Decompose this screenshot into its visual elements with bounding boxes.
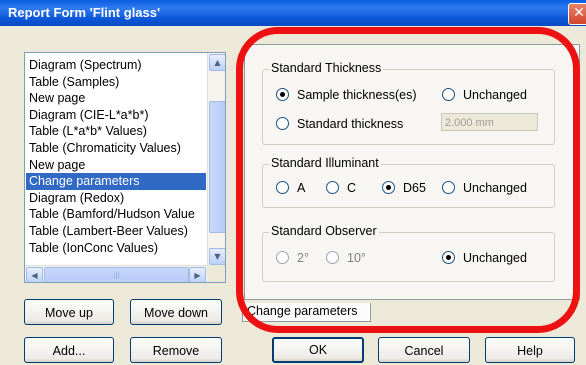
cancel-button[interactable]: Cancel xyxy=(378,337,470,363)
scroll-right-icon[interactable]: ▶ xyxy=(189,267,206,282)
title-bar[interactable]: Report Form 'Flint glass' ✕ xyxy=(0,0,586,26)
radio-sample-thickness[interactable]: Sample thickness(es) xyxy=(276,88,417,102)
radio-illuminant-a-label: A xyxy=(297,181,306,195)
standard-thickness-input[interactable]: 2.000 mm xyxy=(441,113,538,131)
radio-checked-icon xyxy=(276,88,289,101)
radio-illuminant-c[interactable]: C xyxy=(326,181,356,195)
radio-illuminant-unchanged-label: Unchanged xyxy=(463,181,527,195)
list-item[interactable]: Table (Bamford/Hudson Value xyxy=(26,206,206,223)
window-title: Report Form 'Flint glass' xyxy=(8,5,161,20)
scroll-corner xyxy=(207,265,225,282)
radio-observer-10deg-label: 10° xyxy=(347,251,366,265)
radio-observer-unchanged-label: Unchanged xyxy=(463,251,527,265)
tab-change-parameters[interactable]: Change parameters xyxy=(242,303,371,322)
radio-observer-10deg[interactable]: 10° xyxy=(326,251,366,265)
list-item[interactable]: Table (L*a*b* Values) xyxy=(26,123,206,140)
ok-button[interactable]: OK xyxy=(272,337,364,363)
radio-unchecked-icon xyxy=(326,181,339,194)
list-item[interactable]: Diagram (Spectrum) xyxy=(26,57,206,74)
add-button[interactable]: Add... xyxy=(24,337,114,363)
radio-standard-thickness[interactable]: Standard thickness xyxy=(276,117,403,131)
list-item[interactable]: Table (Samples) xyxy=(26,74,206,91)
list-item[interactable]: Diagram (Redox) xyxy=(26,190,206,207)
vertical-scroll-thumb[interactable] xyxy=(209,101,225,233)
list-item-selected[interactable]: Change parameters xyxy=(26,173,206,190)
radio-unchecked-icon xyxy=(442,88,455,101)
standard-illuminant-label: Standard Illuminant xyxy=(269,156,381,170)
radio-illuminant-a[interactable]: A xyxy=(276,181,305,195)
scroll-down-icon[interactable]: ▼ xyxy=(209,248,225,265)
report-items-list[interactable]: Diagram (Spectrum) Table (Samples) New p… xyxy=(24,52,226,283)
close-icon[interactable]: ✕ xyxy=(568,3,586,25)
scroll-up-icon[interactable]: ▲ xyxy=(209,54,225,71)
radio-thickness-unchanged-label: Unchanged xyxy=(463,88,527,102)
radio-illuminant-d65[interactable]: D65 xyxy=(382,181,426,195)
remove-button[interactable]: Remove xyxy=(130,337,222,363)
radio-observer-2deg[interactable]: 2° xyxy=(276,251,309,265)
list-item[interactable]: Table (Lambert-Beer Values) xyxy=(26,223,206,240)
radio-checked-icon xyxy=(382,181,395,194)
list-item[interactable]: New page xyxy=(26,90,206,107)
vertical-scrollbar[interactable]: ▲ ▼ xyxy=(207,53,225,265)
report-form-dialog: Report Form 'Flint glass' ✕ Diagram (Spe… xyxy=(0,0,586,365)
list-item[interactable]: Table (IonConc Values) xyxy=(26,240,206,257)
move-up-button[interactable]: Move up xyxy=(24,299,114,325)
horizontal-scrollbar[interactable]: ◀ ||| ▶ xyxy=(25,265,207,282)
standard-observer-label: Standard Observer xyxy=(269,224,379,238)
list-item[interactable]: New page xyxy=(26,157,206,174)
radio-illuminant-d65-label: D65 xyxy=(403,181,426,195)
radio-unchecked-icon xyxy=(276,181,289,194)
radio-observer-unchanged[interactable]: Unchanged xyxy=(442,251,527,265)
radio-disabled-icon xyxy=(326,251,339,264)
list-item[interactable]: Table (Chromaticity Values) xyxy=(26,140,206,157)
radio-unchecked-icon xyxy=(276,117,289,130)
radio-thickness-unchanged[interactable]: Unchanged xyxy=(442,88,527,102)
standard-thickness-group: Standard Thickness xyxy=(262,61,555,145)
radio-illuminant-unchanged[interactable]: Unchanged xyxy=(442,181,527,195)
move-down-button[interactable]: Move down xyxy=(130,299,222,325)
radio-illuminant-c-label: C xyxy=(347,181,357,195)
horizontal-scroll-thumb[interactable]: ||| xyxy=(44,267,189,282)
help-button[interactable]: Help xyxy=(485,337,575,363)
list-item[interactable]: Diagram (CIE-L*a*b*) xyxy=(26,107,206,124)
standard-thickness-label: Standard Thickness xyxy=(269,61,384,75)
radio-sample-thickness-label: Sample thickness(es) xyxy=(297,88,417,102)
radio-checked-icon xyxy=(442,251,455,264)
scroll-left-icon[interactable]: ◀ xyxy=(26,267,43,282)
radio-standard-thickness-label: Standard thickness xyxy=(297,117,404,131)
radio-observer-2deg-label: 2° xyxy=(297,251,309,265)
radio-disabled-icon xyxy=(276,251,289,264)
radio-unchecked-icon xyxy=(442,181,455,194)
